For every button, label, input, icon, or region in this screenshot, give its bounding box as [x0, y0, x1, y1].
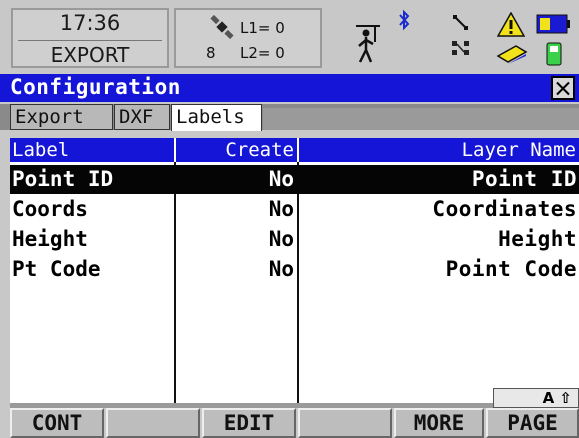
time-divider [18, 40, 162, 41]
clock-time: 17:36 [59, 11, 121, 35]
tab-export[interactable]: Export [10, 104, 113, 130]
column-header-label[interactable]: Label [12, 138, 69, 162]
link-icon [453, 15, 468, 30]
row-create: No [268, 227, 294, 251]
dialog-title-bar: Configuration [0, 74, 579, 102]
row-layer-name: Height [498, 227, 577, 251]
more-button[interactable]: MORE [394, 408, 484, 438]
table-row-coords[interactable]: Coords No Coordinates [10, 195, 579, 224]
f2-button[interactable] [106, 408, 200, 438]
f4-button[interactable] [298, 408, 392, 438]
row-layer-name: Coordinates [432, 197, 577, 221]
table-row-height[interactable]: Height No Height [10, 225, 579, 254]
tab-bar-filler [263, 108, 579, 130]
row-label: Pt Code [12, 257, 101, 281]
app-name: EXPORT [50, 43, 130, 67]
l1-readout: L1= 0 [240, 19, 285, 37]
column-header-create[interactable]: Create [174, 138, 294, 162]
row-label: Height [12, 227, 88, 251]
column-header-layer-name[interactable]: Layer Name [300, 138, 576, 162]
time-panel: 17:36 EXPORT [11, 8, 169, 68]
warning-icon [497, 12, 525, 37]
card-icon [496, 45, 528, 64]
cont-button[interactable]: CONT [10, 408, 104, 438]
row-label: Point ID [12, 167, 114, 191]
header-divider [174, 138, 176, 162]
bluetooth-icon [399, 9, 410, 31]
table-header: Label Create Layer Name [10, 138, 579, 162]
page-button[interactable]: PAGE [486, 408, 579, 438]
battery-icon [536, 14, 570, 34]
satellite-icon [210, 15, 234, 39]
l2-readout: L2= 0 [240, 44, 285, 62]
memory-icon [546, 42, 562, 66]
row-label: Coords [12, 197, 88, 221]
table-row-point-id[interactable]: Point ID No Point ID [10, 165, 579, 194]
edit-button[interactable]: EDIT [202, 408, 296, 438]
row-create: No [268, 197, 294, 221]
dialog-title: Configuration [10, 75, 181, 99]
table-row-pt-code[interactable]: Pt Code No Point Code [10, 255, 579, 284]
satellite-panel: 8 L1= 0 L2= 0 [174, 8, 322, 68]
tab-labels[interactable]: Labels [171, 104, 262, 131]
row-create: No [268, 257, 294, 281]
tab-dxf[interactable]: DXF [114, 104, 170, 130]
row-layer-name: Point Code [445, 257, 577, 281]
status-bar: 17:36 EXPORT 8 L1= 0 L2= 0 [0, 0, 579, 73]
labels-table: Label Create Layer Name Point ID No Poin… [10, 138, 579, 403]
row-layer-name: Point ID [471, 167, 577, 191]
satellite-count: 8 [206, 44, 216, 62]
person-icon [356, 25, 380, 63]
link2-icon [452, 41, 469, 55]
row-create: No [268, 167, 294, 191]
input-mode-indicator: A ⇧ [493, 388, 579, 408]
tab-bar: Export DXF Labels [0, 104, 579, 131]
function-key-bar: CONT EDIT MORE PAGE [0, 408, 579, 438]
close-icon[interactable] [551, 76, 575, 100]
header-divider [297, 138, 299, 162]
